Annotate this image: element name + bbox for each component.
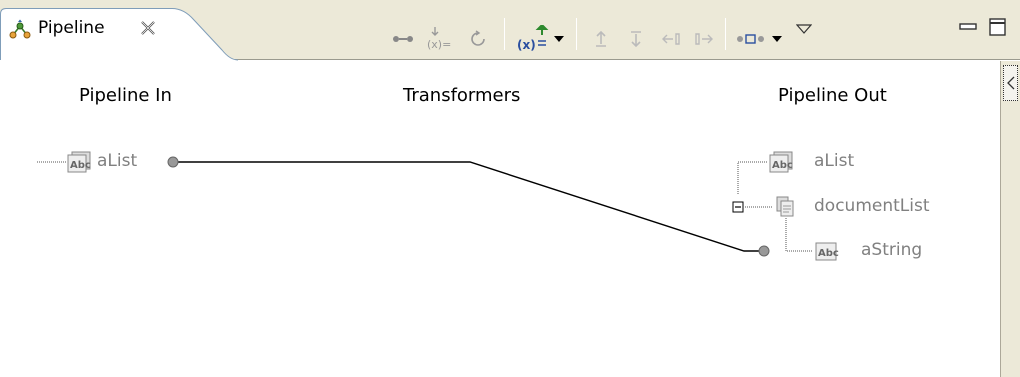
pipeline-in-variable[interactable]: aList	[97, 151, 137, 171]
tab-shape	[0, 8, 238, 61]
chevron-left-icon	[1006, 76, 1014, 90]
string-list-icon: Abc	[769, 151, 793, 173]
pipeline-icon	[9, 19, 31, 41]
move-down-icon[interactable]	[625, 28, 647, 50]
toolbar: (x)= (x)	[380, 0, 1020, 60]
move-up-icon[interactable]	[590, 28, 612, 50]
tab-label: Pipeline	[38, 18, 105, 38]
pipeline-out-variable[interactable]: aList	[814, 151, 854, 171]
move-right-icon[interactable]	[693, 28, 715, 50]
toolbar-separator	[725, 18, 726, 50]
minimize-icon[interactable]	[957, 16, 979, 38]
document-list-icon	[774, 196, 798, 218]
layout-icon[interactable]	[736, 28, 766, 50]
move-left-icon[interactable]	[660, 28, 682, 50]
string-icon: Abc	[815, 240, 839, 262]
insert-transformer-icon[interactable]: (x)	[516, 25, 550, 52]
svg-text:Abc: Abc	[818, 248, 839, 259]
toolbar-separator	[576, 18, 577, 50]
tree-connector	[737, 161, 768, 194]
tree-connector	[785, 218, 813, 252]
string-list-icon: Abc	[67, 151, 91, 173]
toolbar-separator	[504, 18, 505, 50]
dropdown-arrow-icon[interactable]	[770, 28, 784, 50]
dropdown-arrow-icon[interactable]	[552, 28, 566, 50]
drop-variable-icon[interactable]: (x)=	[425, 27, 455, 51]
view-menu-icon[interactable]	[793, 18, 815, 40]
mapping-link[interactable]	[178, 161, 762, 252]
view-header: Pipeline (x)= (x)	[0, 0, 1020, 61]
tab-pipeline[interactable]: Pipeline	[0, 8, 238, 61]
svg-text:Abc: Abc	[772, 160, 793, 171]
link-handle-source[interactable]	[167, 156, 179, 168]
link-icon[interactable]	[392, 28, 414, 50]
pipeline-out-variable[interactable]: documentList	[814, 196, 930, 216]
side-strip	[1000, 61, 1020, 377]
map-icon[interactable]	[467, 28, 489, 50]
pipeline-out-variable[interactable]: aString	[861, 240, 922, 260]
collapse-panel-button[interactable]	[1003, 65, 1018, 101]
pipeline-editor: Pipeline In Transformers Pipeline Out Ab…	[0, 61, 1000, 377]
svg-text:(x)=: (x)=	[427, 38, 451, 51]
maximize-icon[interactable]	[987, 16, 1009, 38]
mapping-canvas	[37, 156, 813, 257]
link-handle-target[interactable]	[758, 245, 770, 257]
close-icon[interactable]	[138, 18, 158, 38]
collapse-toggle-icon[interactable]	[732, 201, 744, 213]
svg-text:Abc: Abc	[70, 160, 91, 171]
svg-text:(x): (x)	[517, 38, 536, 52]
